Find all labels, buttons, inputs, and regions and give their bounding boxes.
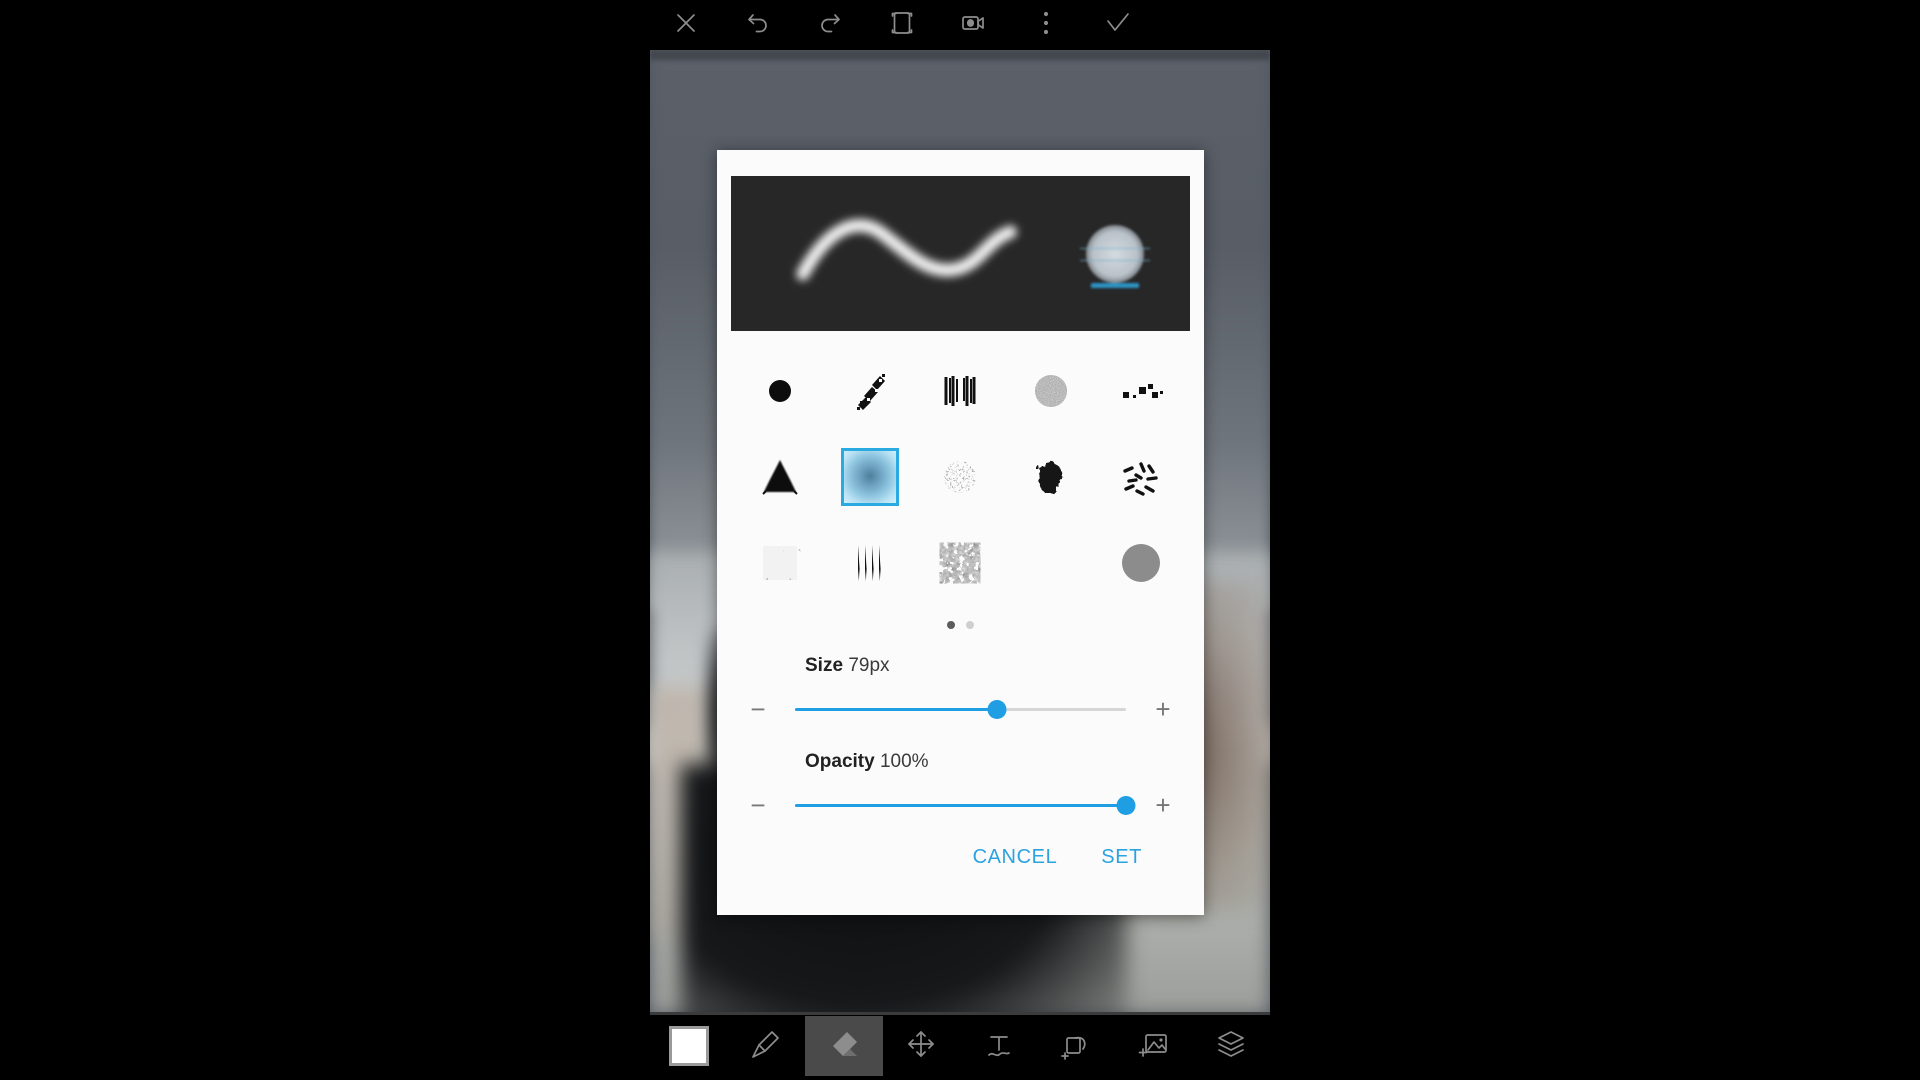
color-swatch-icon	[668, 1026, 709, 1066]
brush-thumb	[754, 451, 806, 503]
page-dot-2[interactable]	[966, 621, 974, 629]
opacity-slider-fill	[795, 804, 1126, 807]
move-arrows-icon	[904, 1027, 938, 1066]
brush-preview-panel[interactable]	[731, 176, 1190, 331]
opacity-label-row: Opacity 100%	[805, 751, 1186, 773]
brush-option-light-grunge[interactable]	[735, 525, 825, 601]
size-slider-fill	[795, 708, 997, 711]
opacity-label: Opacity	[805, 751, 875, 772]
brush-thumb	[844, 537, 896, 589]
camera-button[interactable]	[938, 0, 1010, 46]
brush-option-speckle-circle[interactable]	[915, 439, 1005, 515]
brush-thumb	[844, 365, 896, 417]
camera-icon	[959, 11, 989, 35]
apply-button[interactable]	[1082, 0, 1154, 46]
brush-page-indicator	[717, 621, 1204, 629]
opacity-control: Opacity 100% − +	[735, 751, 1186, 823]
opacity-value: 100%	[879, 751, 929, 772]
opacity-decrement-button[interactable]: −	[735, 792, 781, 818]
brush-option-solid-round[interactable]	[735, 353, 825, 429]
brush-option-soft-gray-round[interactable]	[1096, 525, 1186, 601]
layers-button[interactable]	[1193, 1016, 1271, 1076]
set-button[interactable]: SET	[1091, 838, 1152, 877]
undo-icon	[744, 10, 772, 36]
brush-thumb	[934, 451, 986, 503]
app-screen: Size 79px − + Opacity 100% − + CANCEL SE…	[0, 0, 1920, 1080]
text-tool-button[interactable]	[960, 1016, 1038, 1076]
brush-size-indicator	[1080, 224, 1150, 288]
shape-tool-button[interactable]	[1038, 1016, 1116, 1076]
size-increment-button[interactable]: +	[1140, 696, 1186, 722]
brush-option-hair-lines[interactable]	[825, 525, 915, 601]
crop-frame-icon	[888, 9, 916, 37]
more-vertical-icon	[1042, 10, 1050, 36]
brush-option-square-dots[interactable]	[1096, 353, 1186, 429]
brush-icon	[748, 1026, 784, 1067]
brush-thumb	[934, 365, 986, 417]
brush-tool-button[interactable]	[728, 1016, 806, 1076]
text-icon	[982, 1027, 1016, 1066]
transform-tool-button[interactable]	[883, 1016, 961, 1076]
brush-thumb	[1115, 365, 1167, 417]
size-slider-thumb[interactable]	[987, 700, 1007, 719]
close-button[interactable]	[650, 0, 722, 46]
size-value: 79px	[848, 655, 890, 676]
redo-icon	[816, 10, 844, 36]
brush-option-dry-brush[interactable]	[915, 353, 1005, 429]
close-icon	[673, 10, 699, 36]
size-label: Size	[805, 655, 844, 676]
brush-thumb	[1115, 537, 1167, 589]
brush-thumb	[934, 537, 986, 589]
brush-grid	[735, 353, 1186, 601]
opacity-increment-button[interactable]: +	[1140, 792, 1186, 818]
brush-option-grain-circle[interactable]	[1006, 353, 1096, 429]
redo-button[interactable]	[794, 0, 866, 46]
crop-button[interactable]	[866, 0, 938, 46]
brush-thumb	[754, 537, 806, 589]
brush-option-triangle-cone[interactable]	[735, 439, 825, 515]
brush-thumb-selected	[841, 448, 900, 506]
add-image-icon	[1137, 1027, 1171, 1066]
brush-thumb	[1115, 451, 1167, 503]
page-dot-1[interactable]	[947, 621, 955, 629]
size-label-row: Size 79px	[805, 655, 1186, 677]
eraser-icon	[826, 1026, 862, 1067]
brush-option-rough-diagonal[interactable]	[825, 353, 915, 429]
add-shape-icon	[1059, 1027, 1093, 1066]
brush-thumb	[754, 365, 806, 417]
size-control: Size 79px − +	[735, 655, 1186, 727]
check-icon	[1103, 10, 1133, 36]
top-toolbar	[0, 0, 1920, 46]
brush-option-soft-glow[interactable]	[825, 439, 915, 515]
brush-option-dash-scatter[interactable]	[1096, 439, 1186, 515]
bottom-toolbar	[0, 1012, 1920, 1080]
color-button[interactable]	[650, 1016, 728, 1076]
add-photo-button[interactable]	[1115, 1016, 1193, 1076]
photo-top-edge	[650, 50, 1270, 60]
brush-option-sparse-speckle[interactable]	[1006, 525, 1096, 601]
dialog-actions: CANCEL SET	[717, 838, 1204, 877]
cancel-button[interactable]: CANCEL	[963, 838, 1068, 877]
size-slider[interactable]	[795, 691, 1126, 727]
opacity-slider[interactable]	[795, 787, 1136, 823]
brush-option-dense-texture[interactable]	[915, 525, 1005, 601]
layers-icon	[1214, 1029, 1248, 1064]
brush-thumb	[1025, 451, 1077, 503]
brush-settings-dialog: Size 79px − + Opacity 100% − + CANCEL SE…	[717, 150, 1204, 915]
undo-button[interactable]	[722, 0, 794, 46]
brush-option-rough-blob[interactable]	[1006, 439, 1096, 515]
opacity-slider-thumb[interactable]	[1116, 796, 1136, 815]
size-decrement-button[interactable]: −	[735, 696, 781, 722]
more-options-button[interactable]	[1010, 0, 1082, 46]
eraser-tool-button[interactable]	[805, 1016, 883, 1076]
brush-thumb	[1025, 365, 1077, 417]
brush-thumb	[1025, 537, 1077, 589]
